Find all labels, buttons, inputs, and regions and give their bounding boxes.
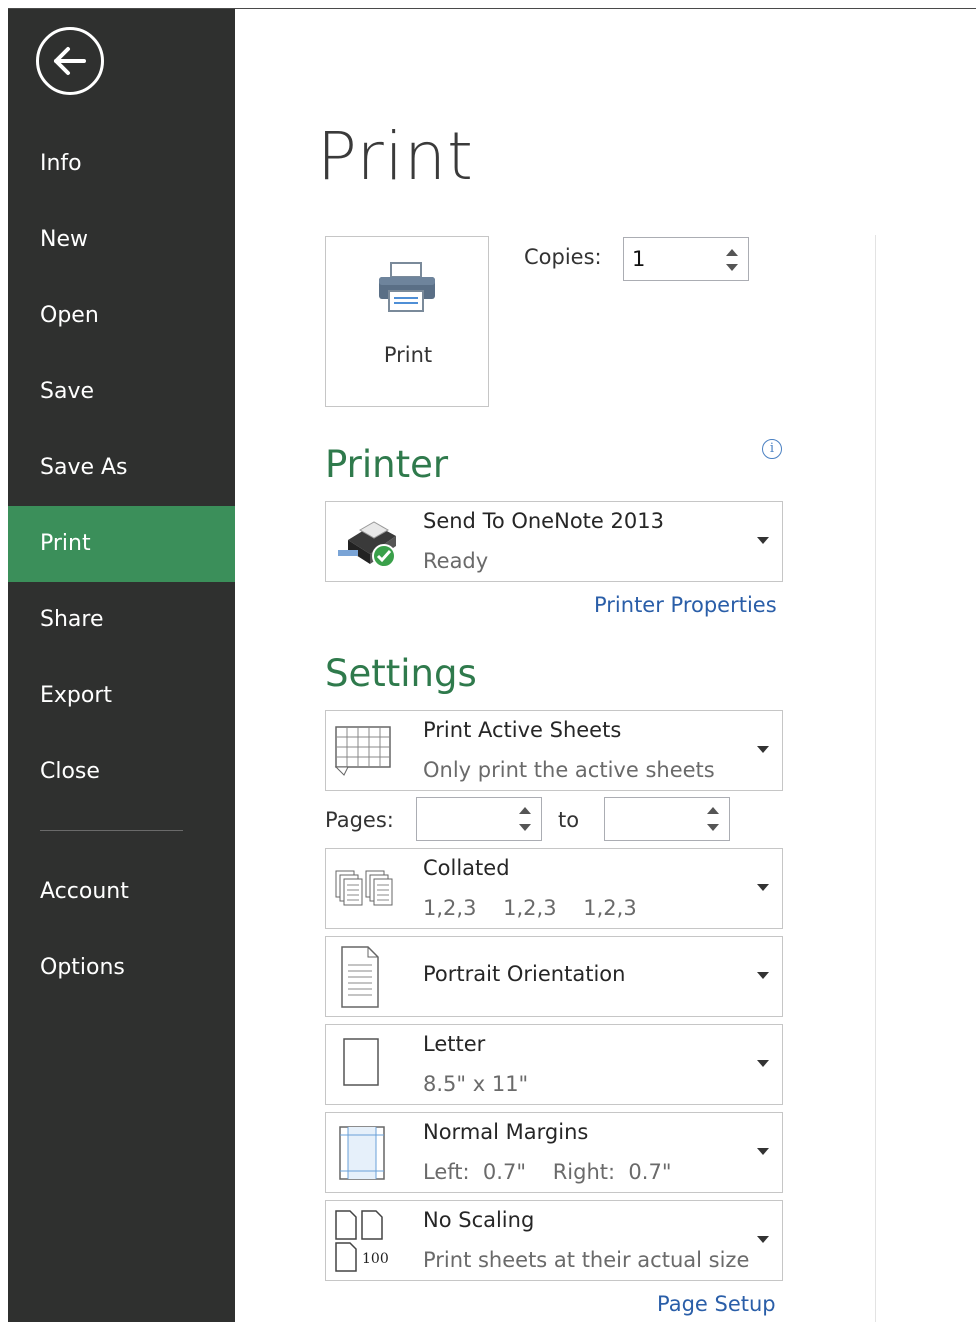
print-button[interactable]: Print <box>325 236 489 407</box>
chevron-down-icon <box>757 1236 769 1243</box>
printer-ready-icon <box>338 521 396 568</box>
sidebar-item-open[interactable]: Open <box>8 278 235 354</box>
margins-dropdown[interactable]: Normal Margins Left: 0.7" Right: 0.7" <box>325 1112 783 1193</box>
margins-subtitle: Left: 0.7" Right: 0.7" <box>423 1160 672 1184</box>
sidebar-item-close[interactable]: Close <box>8 734 235 810</box>
pages-to-label: to <box>558 808 580 832</box>
sidebar-item-print[interactable]: Print <box>8 506 235 582</box>
collation-title: Collated <box>423 856 510 880</box>
print-what-dropdown[interactable]: Print Active Sheets Only print the activ… <box>325 710 783 791</box>
pages-to-down-icon[interactable] <box>703 822 723 834</box>
sidebar-item-options[interactable]: Options <box>8 930 235 1006</box>
preview-separator <box>875 235 876 1322</box>
pages-from-up-icon[interactable] <box>515 804 535 816</box>
paper-size-title: Letter <box>423 1032 486 1056</box>
pages-to-stepper[interactable] <box>604 797 730 841</box>
back-button[interactable] <box>36 27 104 95</box>
sidebar-item-save[interactable]: Save <box>8 354 235 430</box>
chevron-down-icon <box>757 1148 769 1155</box>
sidebar-item-save-as[interactable]: Save As <box>8 430 235 506</box>
sidebar-item-new[interactable]: New <box>8 202 235 278</box>
scaling-subtitle: Print sheets at their actual size <box>423 1248 750 1272</box>
back-arrow-icon <box>54 47 86 75</box>
print-panel: Print Print Copies: 1 Printer i Send To … <box>235 9 976 1322</box>
scaling-icon-label: 100 <box>362 1251 389 1267</box>
pages-label: Pages: <box>325 808 394 832</box>
active-sheets-icon <box>334 726 391 776</box>
collation-dropdown[interactable]: Collated 1,2,3 1,2,3 1,2,3 <box>325 848 783 929</box>
chevron-down-icon <box>757 1060 769 1067</box>
margins-icon <box>339 1126 385 1180</box>
scaling-dropdown[interactable]: 100 No Scaling Print sheets at their act… <box>325 1200 783 1281</box>
paper-size-icon <box>343 1038 379 1086</box>
backstage-sidebar: Info New Open Save Save As Print Share E… <box>8 9 235 1322</box>
sidebar-divider <box>40 830 183 831</box>
pages-from-down-icon[interactable] <box>515 822 535 834</box>
copies-up-icon[interactable] <box>722 246 742 258</box>
chevron-down-icon <box>757 746 769 753</box>
print-what-title: Print Active Sheets <box>423 718 622 742</box>
portrait-page-icon <box>341 946 379 1008</box>
sidebar-item-info[interactable]: Info <box>8 126 235 202</box>
print-button-label: Print <box>383 343 433 367</box>
sidebar-item-share[interactable]: Share <box>8 582 235 658</box>
orientation-title: Portrait Orientation <box>423 962 626 986</box>
orientation-dropdown[interactable]: Portrait Orientation <box>325 936 783 1017</box>
sidebar-item-export[interactable]: Export <box>8 658 235 734</box>
printer-status: Ready <box>423 549 489 573</box>
chevron-down-icon <box>757 972 769 979</box>
copies-stepper[interactable]: 1 <box>623 237 749 281</box>
printer-heading: Printer <box>325 443 449 486</box>
page-title: Print <box>317 118 474 195</box>
scaling-title: No Scaling <box>423 1208 535 1232</box>
collation-subtitle: 1,2,3 1,2,3 1,2,3 <box>423 896 637 920</box>
copies-label: Copies: <box>524 245 602 269</box>
printer-dropdown[interactable]: Send To OneNote 2013 Ready <box>325 501 783 582</box>
sidebar-item-account[interactable]: Account <box>8 854 235 930</box>
chevron-down-icon <box>757 537 769 544</box>
margins-title: Normal Margins <box>423 1120 589 1144</box>
pages-from-stepper[interactable] <box>416 797 542 841</box>
collated-icon <box>335 870 393 906</box>
chevron-down-icon <box>757 884 769 891</box>
printer-icon <box>379 262 435 312</box>
page-setup-link[interactable]: Page Setup <box>657 1292 776 1316</box>
print-what-subtitle: Only print the active sheets <box>423 758 715 782</box>
settings-heading: Settings <box>325 652 477 695</box>
copies-down-icon[interactable] <box>722 262 742 274</box>
copies-value[interactable]: 1 <box>632 247 645 271</box>
printer-name: Send To OneNote 2013 <box>423 509 664 533</box>
printer-properties-link[interactable]: Printer Properties <box>594 593 777 617</box>
paper-size-dropdown[interactable]: Letter 8.5" x 11" <box>325 1024 783 1105</box>
pages-to-up-icon[interactable] <box>703 804 723 816</box>
info-icon[interactable]: i <box>762 439 782 459</box>
paper-size-subtitle: 8.5" x 11" <box>423 1072 529 1096</box>
